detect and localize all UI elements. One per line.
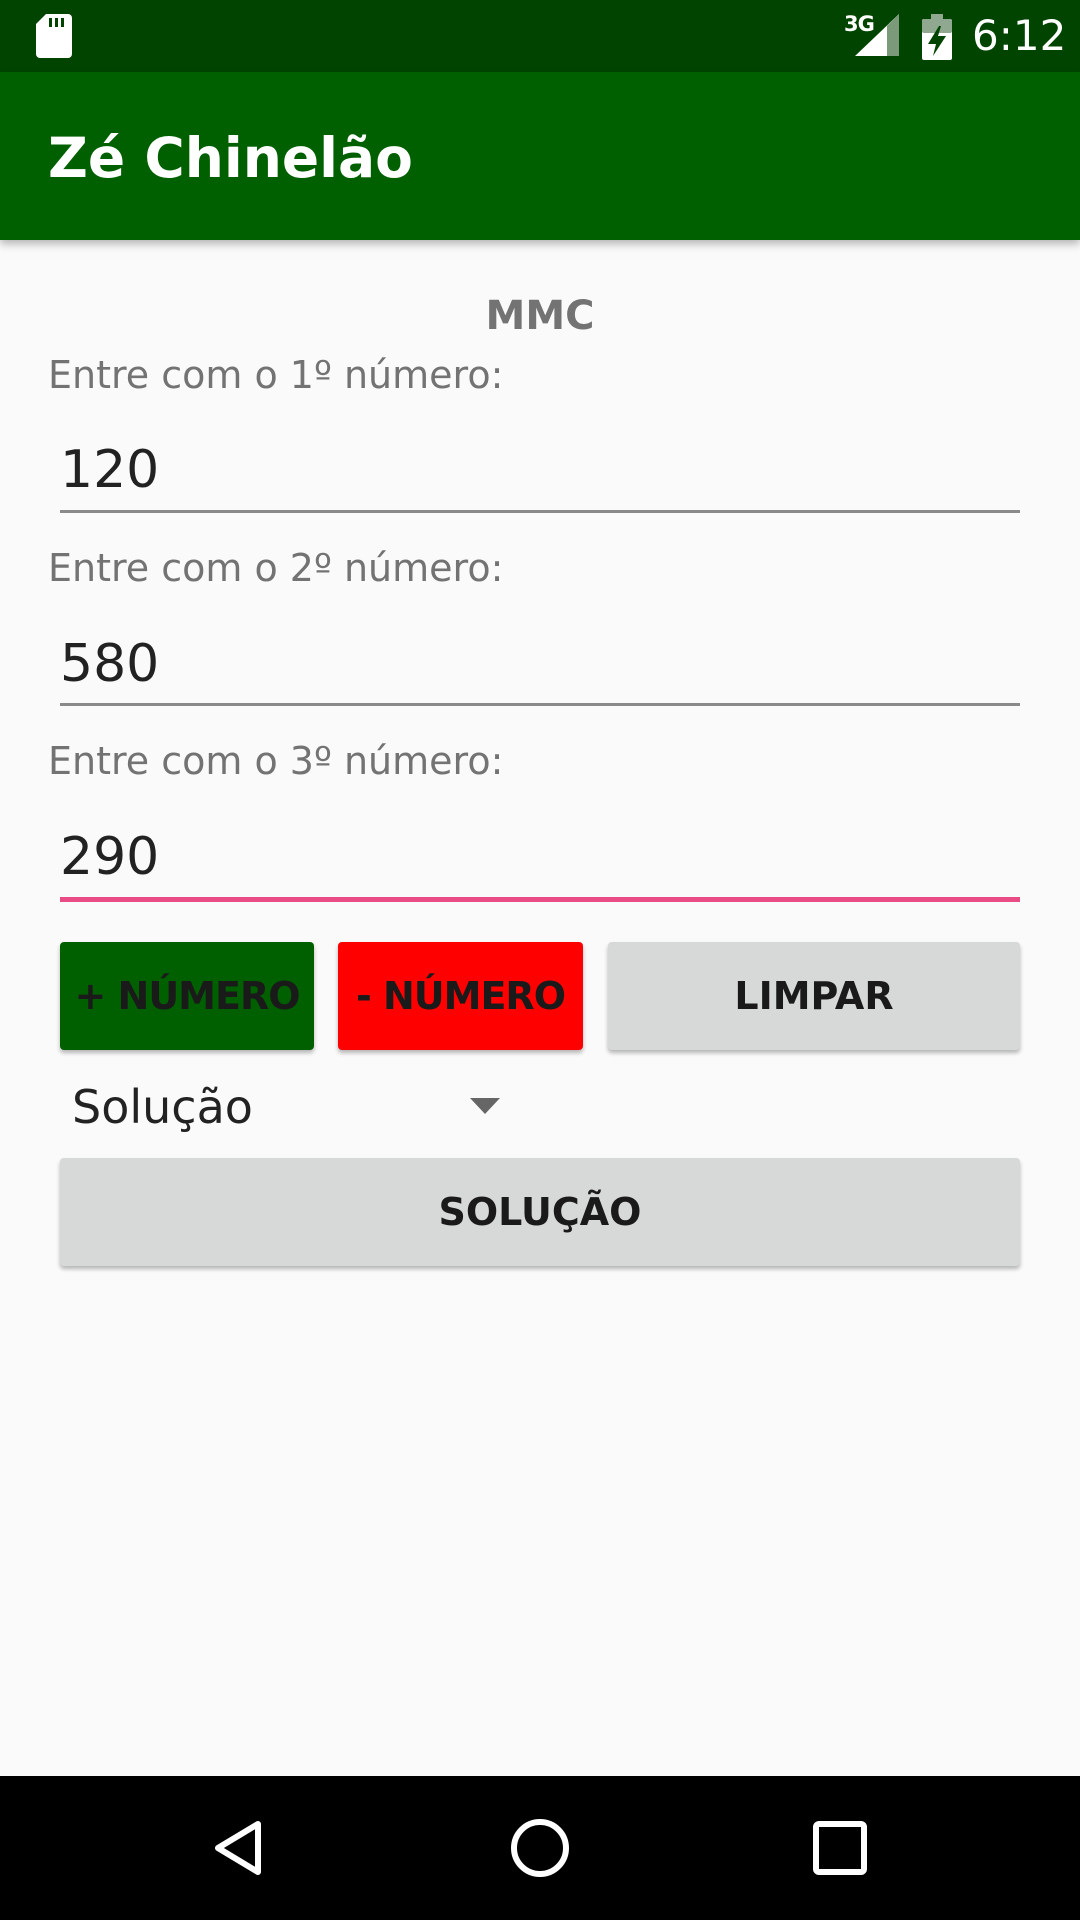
first-number-label: Entre com o 1º número: xyxy=(48,353,504,397)
spinner-selected-value: Solução xyxy=(72,1080,253,1134)
second-number-underline xyxy=(60,703,1020,706)
app-bar: Zé Chinelão xyxy=(0,72,1080,240)
section-title: MMC xyxy=(485,293,595,339)
third-number-label: Entre com o 3º número: xyxy=(48,739,504,783)
battery-charging-icon xyxy=(922,14,952,60)
solve-button[interactable]: SOLUÇÃO xyxy=(60,1158,1020,1266)
remove-number-button[interactable]: - NÚMERO xyxy=(338,942,583,1050)
status-clock: 6:12 xyxy=(972,11,1067,60)
dropdown-arrow-icon xyxy=(470,1098,500,1114)
sd-card-icon xyxy=(36,14,72,58)
status-bar: 3G 6:12 xyxy=(0,0,1080,72)
third-number-input[interactable] xyxy=(60,821,1020,893)
clear-button[interactable]: LIMPAR xyxy=(608,942,1020,1050)
solution-spinner[interactable]: Solução xyxy=(60,1072,510,1142)
recents-icon[interactable] xyxy=(808,1816,872,1880)
signal-icon xyxy=(855,14,899,56)
second-number-label: Entre com o 2º número: xyxy=(48,546,504,590)
home-icon[interactable] xyxy=(508,1816,572,1880)
first-number-input[interactable] xyxy=(60,434,1020,506)
app-title: Zé Chinelão xyxy=(48,126,413,190)
back-icon[interactable] xyxy=(208,1816,272,1880)
add-number-button[interactable]: + NÚMERO xyxy=(60,942,314,1050)
third-number-underline-focused xyxy=(60,897,1020,902)
first-number-underline xyxy=(60,510,1020,513)
navigation-bar xyxy=(0,1776,1080,1920)
second-number-input[interactable] xyxy=(60,628,1020,700)
